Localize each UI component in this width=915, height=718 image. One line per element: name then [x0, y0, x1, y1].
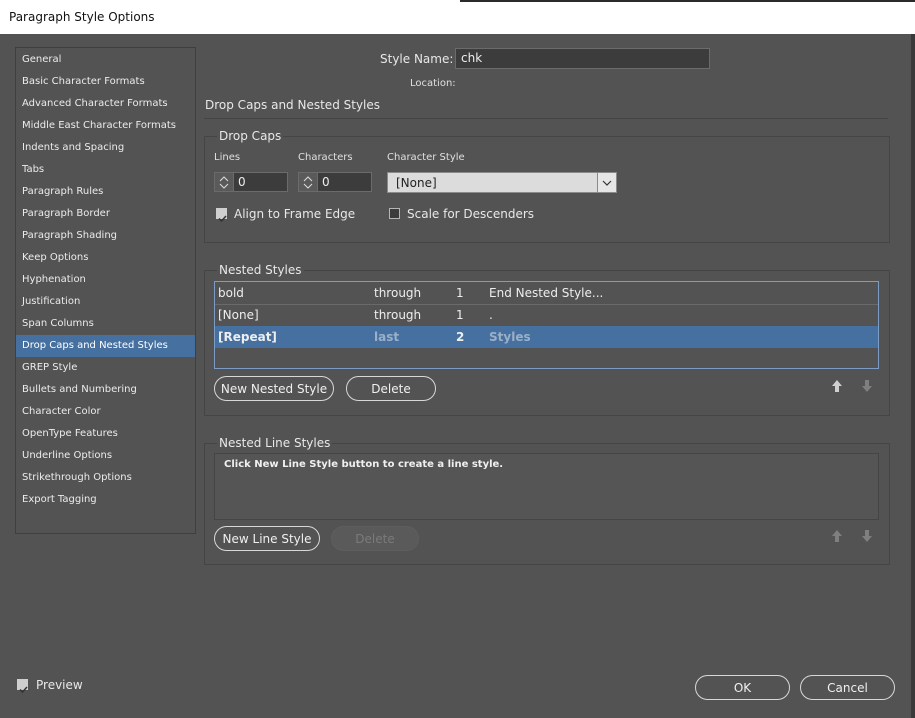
- sidebar-item-bullets-and-numbering[interactable]: Bullets and Numbering: [16, 379, 195, 401]
- row-style: bold: [218, 286, 244, 300]
- lines-stepper[interactable]: [214, 172, 234, 192]
- arrow-up-icon[interactable]: [831, 528, 843, 547]
- character-style-select[interactable]: [None]: [387, 172, 617, 193]
- row-style: [Repeat]: [218, 330, 277, 344]
- row-mode: through: [374, 308, 422, 322]
- row-mode: last: [374, 330, 400, 344]
- row-style: [None]: [218, 308, 259, 322]
- row-delimiter: End Nested Style...: [489, 286, 604, 300]
- chevron-down-icon: [597, 173, 616, 192]
- arrow-down-icon[interactable]: [861, 528, 873, 547]
- stepper-arrows-icon: [219, 176, 229, 189]
- nested-line-styles-list[interactable]: Click New Line Style button to create a …: [214, 453, 879, 520]
- row-delimiter: Styles: [489, 330, 531, 344]
- sidebar-item-general[interactable]: General: [16, 49, 195, 71]
- sidebar-item-keep-options[interactable]: Keep Options: [16, 247, 195, 269]
- style-name-label: Style Name:: [380, 52, 454, 66]
- title-bar-edge: [460, 0, 915, 2]
- section-divider: [204, 118, 888, 119]
- title-bar: Paragraph Style Options: [0, 0, 915, 34]
- line-style-hint: Click New Line Style button to create a …: [224, 459, 504, 470]
- scale-descenders-checkbox[interactable]: [389, 208, 400, 219]
- row-count: 2: [456, 330, 465, 344]
- ok-button[interactable]: OK: [695, 675, 790, 700]
- check-icon: [218, 215, 227, 223]
- scale-descenders-label: Scale for Descenders: [407, 207, 535, 221]
- new-nested-style-button[interactable]: New Nested Style: [214, 376, 334, 401]
- characters-input[interactable]: 0: [317, 172, 372, 192]
- sidebar-item-character-color[interactable]: Character Color: [16, 401, 195, 423]
- table-row[interactable]: bold through 1 End Nested Style...: [215, 282, 878, 305]
- arrow-down-icon[interactable]: [861, 378, 873, 397]
- window-title: Paragraph Style Options: [9, 10, 155, 24]
- sidebar-item-underline-options[interactable]: Underline Options: [16, 445, 195, 467]
- row-delimiter: .: [489, 308, 493, 322]
- sidebar-item-tabs[interactable]: Tabs: [16, 159, 195, 181]
- sidebar-item-indents-and-spacing[interactable]: Indents and Spacing: [16, 137, 195, 159]
- sidebar-item-drop-caps-and-nested-styles[interactable]: Drop Caps and Nested Styles: [16, 335, 195, 357]
- drop-caps-title: Drop Caps: [217, 129, 284, 143]
- table-row[interactable]: [Repeat] last 2 Styles: [215, 326, 878, 348]
- sidebar-item-advanced-character-formats[interactable]: Advanced Character Formats: [16, 93, 195, 115]
- style-name-input[interactable]: chk: [455, 48, 710, 69]
- stepper-arrows-icon: [303, 176, 313, 189]
- delete-nested-style-button[interactable]: Delete: [346, 376, 436, 401]
- nested-line-styles-title: Nested Line Styles: [217, 436, 333, 450]
- sidebar-item-export-tagging[interactable]: Export Tagging: [16, 489, 195, 511]
- align-frame-edge-checkbox[interactable]: [216, 208, 227, 223]
- section-title: Drop Caps and Nested Styles: [205, 98, 381, 112]
- row-count: 1: [456, 286, 464, 300]
- sidebar-item-strikethrough-options[interactable]: Strikethrough Options: [16, 467, 195, 489]
- character-style-value: [None]: [396, 176, 437, 190]
- preview-checkbox[interactable]: [17, 679, 28, 694]
- window-edge: [911, 34, 915, 718]
- table-row[interactable]: [None] through 1 .: [215, 304, 878, 327]
- sidebar-item-paragraph-shading[interactable]: Paragraph Shading: [16, 225, 195, 247]
- delete-line-style-button[interactable]: Delete: [331, 526, 419, 551]
- sidebar-item-opentype-features[interactable]: OpenType Features: [16, 423, 195, 445]
- sidebar-item-basic-character-formats[interactable]: Basic Character Formats: [16, 71, 195, 93]
- row-mode: through: [374, 286, 422, 300]
- location-label: Location:: [410, 78, 456, 89]
- nested-styles-table[interactable]: bold through 1 End Nested Style... [None…: [214, 281, 879, 369]
- nested-styles-title: Nested Styles: [217, 263, 304, 277]
- check-icon: [19, 686, 28, 694]
- cancel-button[interactable]: Cancel: [800, 675, 895, 700]
- sidebar-item-span-columns[interactable]: Span Columns: [16, 313, 195, 335]
- preview-label: Preview: [36, 678, 83, 692]
- new-line-style-button[interactable]: New Line Style: [214, 526, 320, 551]
- arrow-up-icon[interactable]: [831, 378, 843, 397]
- sidebar-item-justification[interactable]: Justification: [16, 291, 195, 313]
- align-frame-edge-label: Align to Frame Edge: [234, 207, 356, 221]
- sidebar-item-paragraph-border[interactable]: Paragraph Border: [16, 203, 195, 225]
- sidebar-item-middle-east-character-formats[interactable]: Middle East Character Formats: [16, 115, 195, 137]
- sidebar-item-hyphenation[interactable]: Hyphenation: [16, 269, 195, 291]
- lines-input[interactable]: 0: [233, 172, 288, 192]
- sidebar-item-grep-style[interactable]: GREP Style: [16, 357, 195, 379]
- character-style-label: Character Style: [387, 152, 465, 163]
- sidebar-item-paragraph-rules[interactable]: Paragraph Rules: [16, 181, 195, 203]
- lines-label: Lines: [214, 152, 241, 163]
- category-list[interactable]: General Basic Character Formats Advanced…: [15, 47, 196, 534]
- characters-label: Characters: [298, 152, 353, 163]
- row-count: 1: [456, 308, 464, 322]
- characters-stepper[interactable]: [298, 172, 318, 192]
